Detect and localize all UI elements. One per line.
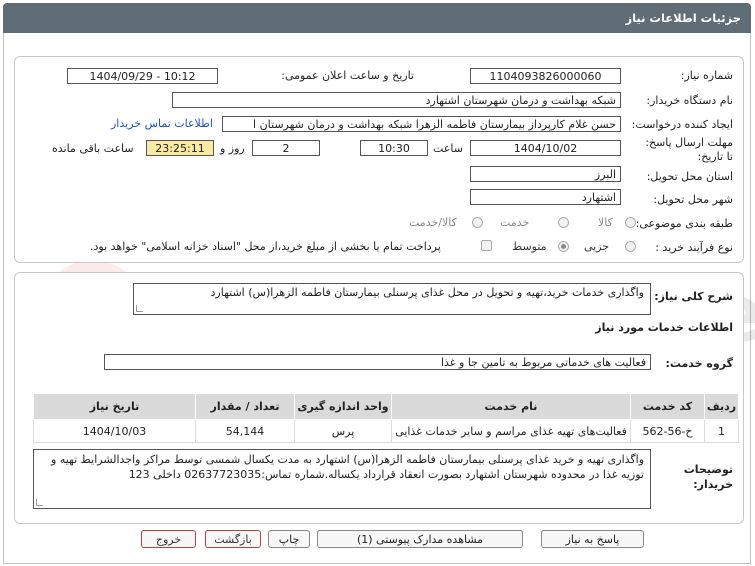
process-radio-minor[interactable]	[625, 241, 636, 252]
city-field[interactable]: اشتهارد	[470, 189, 621, 205]
services-table: ردیف کد خدمت نام خدمت واحد اندازه گیری ت…	[33, 393, 739, 443]
col-header-service-code: کد خدمت	[630, 393, 705, 420]
category-option-goods-service: کالا/خدمت	[409, 216, 457, 229]
remaining-time-field: 23:25:11	[146, 140, 214, 156]
days-field[interactable]: 2	[252, 140, 320, 156]
summary-textarea[interactable]: واگذاری خدمات خرید،تهیه و تحویل در محل غ…	[133, 283, 651, 315]
city-label: شهر محل تحویل:	[653, 193, 733, 206]
service-group-field[interactable]: فعالیت های خدماتی مربوط به تامین جا و غذ…	[104, 354, 651, 370]
view-attachments-button[interactable]: مشاهده مدارک پیوستی (1)	[317, 530, 523, 548]
need-number-label: شماره نیاز:	[680, 69, 733, 82]
process-option-medium: متوسط	[512, 240, 547, 253]
cell-service-name: فعالیت‌های تهیه غذای مراسم و سایر خدمات …	[391, 419, 631, 443]
resize-handle-icon[interactable]	[136, 305, 143, 312]
deadline-date-field[interactable]: 1404/10/02	[470, 140, 621, 156]
province-field[interactable]: البرز	[470, 166, 621, 182]
buyer-org-field[interactable]: شبکه بهداشت و درمان شهرستان اشتهارد	[172, 92, 621, 108]
table-header-row: ردیف کد خدمت نام خدمت واحد اندازه گیری ت…	[33, 393, 739, 420]
resize-handle-icon[interactable]	[36, 499, 43, 506]
announce-label: تاریخ و ساعت اعلان عمومی:	[281, 69, 414, 82]
deadline-label: مهلت ارسال پاسخ: تا تاریخ:	[645, 136, 733, 163]
print-button[interactable]: چاپ	[268, 530, 310, 548]
announce-datetime-field[interactable]: 1404/09/29 - 10:12	[67, 68, 218, 84]
cell-quantity: 54,144	[195, 419, 295, 443]
col-header-quantity: تعداد / مقدار	[195, 393, 295, 420]
remaining-label: ساعت باقی مانده	[52, 142, 134, 155]
summary-text: واگذاری خدمات خرید،تهیه و تحویل در محل غ…	[210, 286, 644, 299]
requester-label: ایجاد کننده درخواست:	[631, 118, 733, 131]
buyer-notes-textarea[interactable]: واگذاری تهیه و خرید غذای پرسنلی بیمارستا…	[33, 449, 651, 509]
cell-unit: پرس	[294, 419, 392, 443]
category-label: طبقه بندی موضوعی:	[635, 217, 733, 230]
category-radio-service[interactable]	[558, 217, 569, 228]
table-row[interactable]: 1 خ-56-562 فعالیت‌های تهیه غذای مراسم و …	[33, 419, 739, 443]
category-radio-goods[interactable]	[625, 217, 636, 228]
cell-row-number: 1	[704, 419, 739, 443]
window-title: جزئیات اطلاعات نیاز	[625, 11, 741, 25]
col-header-row-number: ردیف	[704, 393, 739, 420]
window-titlebar: جزئیات اطلاعات نیاز	[3, 3, 751, 33]
cell-service-code: خ-56-562	[630, 419, 705, 443]
requester-field[interactable]: حسن غلام کارپرداز بیمارستان فاطمه الزهرا…	[222, 116, 621, 132]
col-header-need-date: تاریخ نیاز	[33, 393, 196, 420]
deadline-time-label: ساعت	[433, 142, 463, 155]
treasury-checkbox[interactable]	[481, 240, 492, 251]
exit-button[interactable]: خروج	[141, 530, 196, 548]
deadline-time-field[interactable]: 10:30	[360, 140, 428, 156]
buyer-notes-label: توضیحات خریدار:	[683, 463, 733, 491]
service-group-label: گروه خدمت:	[665, 357, 733, 370]
payment-note: پرداخت تمام یا بخشی از مبلغ خرید،از محل …	[90, 240, 441, 253]
category-radio-goods-service[interactable]	[472, 217, 483, 228]
days-label: روز و	[220, 142, 245, 155]
process-radio-medium[interactable]	[558, 241, 569, 252]
process-option-minor: جزیی	[584, 240, 610, 253]
buyer-notes-text: واگذاری تهیه و خرید غذای پرسنلی بیمارستا…	[51, 453, 644, 481]
province-label: استان محل تحویل:	[646, 170, 733, 183]
need-info-panel	[14, 56, 744, 263]
respond-button[interactable]: پاسخ به نیاز	[541, 530, 644, 548]
category-option-goods: کالا	[598, 216, 613, 229]
contact-info-link[interactable]: اطلاعات تماس خریدار	[111, 117, 213, 130]
summary-label: شرح کلی نیاز:	[654, 290, 733, 303]
back-button[interactable]: بازگشت	[205, 530, 261, 548]
need-number-field[interactable]: 1104093826000060	[470, 68, 621, 84]
services-heading: اطلاعات خدمات مورد نیاز	[595, 321, 733, 334]
col-header-unit: واحد اندازه گیری	[294, 393, 392, 420]
cell-need-date: 1404/10/03	[33, 419, 196, 443]
buyer-org-label: نام دستگاه خریدار:	[646, 94, 733, 107]
process-label: نوع فرآیند خرید :	[655, 241, 733, 254]
category-option-service: خدمت	[500, 216, 530, 229]
col-header-service-name: نام خدمت	[391, 393, 631, 420]
